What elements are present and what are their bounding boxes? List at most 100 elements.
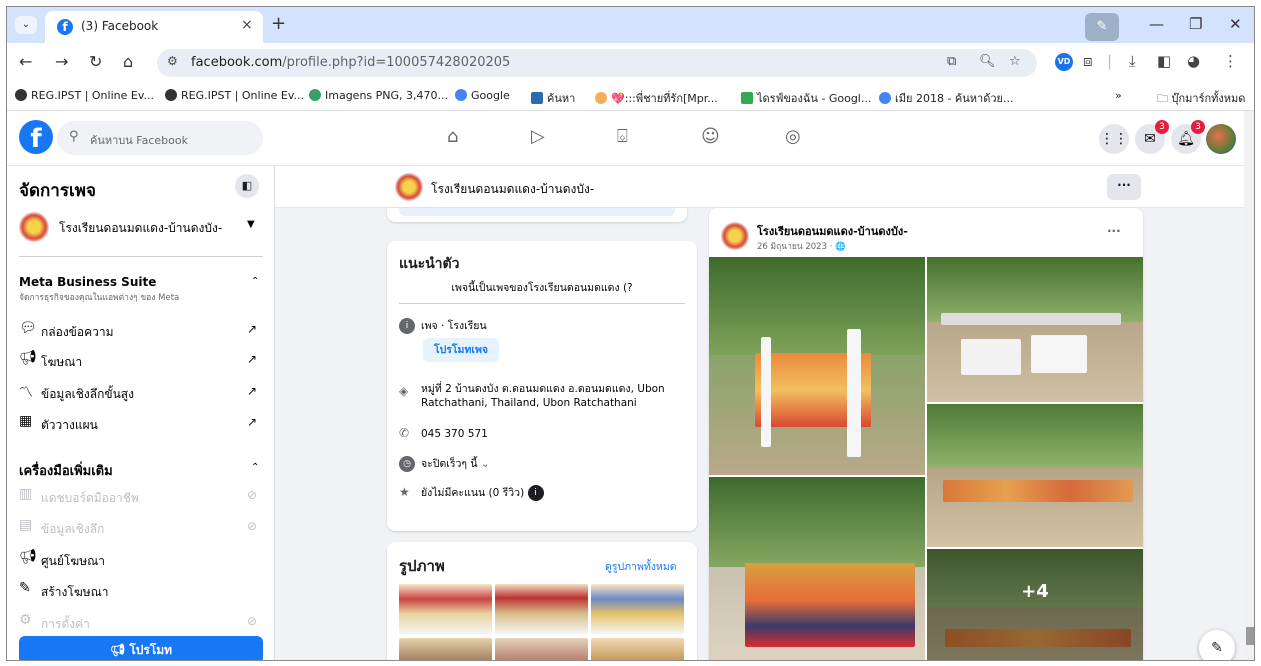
post-photo-1[interactable] <box>709 257 925 475</box>
post-photo-5[interactable]: +4 <box>927 549 1143 660</box>
photo-trees <box>927 404 1143 469</box>
side-panel-icon[interactable]: ◧ <box>1157 52 1171 70</box>
bookmark-label: REG.IPST | Online Ev... <box>31 89 154 102</box>
post-more-button[interactable]: ··· <box>1107 224 1121 238</box>
extensions-icon[interactable]: ⧈ <box>1083 52 1093 70</box>
menu-icon[interactable]: ⋮ <box>1223 52 1238 70</box>
star-icon[interactable]: ☆ <box>1009 54 1021 69</box>
photo-thumbnail[interactable] <box>495 638 588 660</box>
back-icon[interactable]: ← <box>19 52 32 71</box>
meta-business-suite-heading[interactable]: Meta Business Suite <box>19 275 156 289</box>
profile-extension-icon[interactable]: ✎ <box>1085 13 1119 41</box>
promote-button[interactable]: 📢︎ โปรโมท <box>19 636 263 660</box>
page-name[interactable]: โรงเรียนดอนมดแดง-บ้านดงบัง- <box>431 180 594 199</box>
photo-thumbnail[interactable] <box>399 638 492 660</box>
bookmark-label: ไดรฟ์ของฉัน - Googl... <box>757 92 872 105</box>
chevron-up-icon[interactable]: ⌃ <box>251 276 259 287</box>
sidebar-item-insights-basic[interactable]: ▤ ข้อมูลเชิงลึก ⊘ <box>19 515 263 541</box>
sidebar-item-insights[interactable]: 〽 ข้อมูลเชิงลึกขั้นสูง ↗ <box>19 380 263 406</box>
bookmark-1[interactable]: REG.IPST | Online Ev... <box>165 89 304 102</box>
phone-icon: ✆ <box>399 426 410 440</box>
bookmark-icon <box>595 92 607 104</box>
browser-tab[interactable]: f (3) Facebook × <box>45 11 263 43</box>
reload-icon[interactable]: ↻ <box>89 52 102 71</box>
page-switcher[interactable]: โรงเรียนดอนมดแดง-บ้านดงบัง- <box>59 219 222 238</box>
page-scrollbar[interactable] <box>1244 111 1254 660</box>
site-info-icon[interactable]: ⚙ <box>167 54 178 68</box>
facebook-search-input[interactable]: ⚲ ค้นหาบน Facebook <box>57 121 263 155</box>
account-avatar[interactable] <box>1206 124 1236 154</box>
bookmark-2[interactable]: Imagens PNG, 3,470... <box>309 89 448 102</box>
url-domain: facebook.com <box>191 55 283 70</box>
forward-icon[interactable]: → <box>55 52 68 71</box>
sidebar-item-inbox[interactable]: 💬︎ กล่องข้อความ ↗ <box>19 318 263 344</box>
photo-thumbnail[interactable] <box>591 638 684 660</box>
bookmark-0[interactable]: REG.IPST | Online Ev... <box>15 89 154 102</box>
bookmark-icon <box>309 89 321 101</box>
tab-search-button[interactable]: ⌄ <box>15 16 37 34</box>
zoom-icon[interactable]: 🔍︎ <box>979 54 996 69</box>
see-all-photos-link[interactable]: ดูรูปภาพทั้งหมด <box>605 558 677 575</box>
sidebar-item-professional-dashboard[interactable]: ▥ แดชบอร์ดมืออาชีพ ⊘ <box>19 484 263 510</box>
post-author[interactable]: โรงเรียนดอนมดแดง-บ้านดงบัง- <box>757 222 908 240</box>
bookmark-7[interactable]: เมีย 2018 - ค้นหาด้วย... <box>879 89 1013 107</box>
page-avatar[interactable] <box>19 212 49 242</box>
home-nav-icon[interactable]: ⌂ <box>447 126 458 147</box>
bookmark-5[interactable]: 💖:::พี่ชายที่รัก[Mpr... <box>595 89 718 107</box>
post-photo-3[interactable] <box>927 404 1143 547</box>
new-tab-button[interactable]: + <box>271 13 286 34</box>
address-bar[interactable]: ⚙ facebook.com/profile.php?id=1000574280… <box>157 49 1037 77</box>
vd-extension-icon[interactable]: VD <box>1055 53 1073 71</box>
video-nav-icon[interactable]: ▷ <box>531 126 545 147</box>
profile-icon[interactable]: ◕ <box>1187 52 1200 70</box>
info-icon[interactable]: i <box>527 485 544 501</box>
post-author-avatar[interactable] <box>721 222 749 250</box>
collapse-sidebar-icon[interactable]: ◧ <box>235 174 259 198</box>
bookmark-6[interactable]: ไดรฟ์ของฉัน - Googl... <box>741 89 871 107</box>
external-arrow-icon: ↗ <box>247 352 258 366</box>
marketplace-nav-icon[interactable]: ⌺ <box>617 126 628 147</box>
sidebar-item-label: การตั้งค่า <box>41 617 90 631</box>
home-icon[interactable]: ⌂ <box>123 52 133 71</box>
post-date[interactable]: 26 มิถุนายน 2023 · 🌐 <box>757 239 846 253</box>
post-photo-2[interactable] <box>927 257 1143 402</box>
more-tools-heading[interactable]: เครื่องมือเพิ่มเติม <box>19 460 113 481</box>
groups-nav-icon[interactable]: ☺ <box>701 126 720 147</box>
bookmark-4[interactable]: ค้นหา <box>531 89 575 107</box>
scrollbar-thumb[interactable] <box>1246 627 1254 645</box>
restore-icon[interactable]: ❐ <box>1189 15 1202 33</box>
photo-thumbnail[interactable] <box>495 584 588 634</box>
minimize-icon[interactable]: — <box>1149 15 1164 33</box>
sidebar-item-ads[interactable]: 📢︎ โฆษณา ↗ <box>19 348 263 374</box>
gaming-nav-icon[interactable]: ◎ <box>785 126 801 147</box>
bookmarks-more-button[interactable]: » <box>1115 89 1122 102</box>
sidebar-item-planner[interactable]: ▦ ตัววางแผน ↗ <box>19 411 263 437</box>
download-icon[interactable]: ⤓ <box>1129 52 1136 70</box>
post-photo-4[interactable] <box>709 477 925 660</box>
hours-row[interactable]: ◷ จะปิดเร็วๆ นี้ ⌄ <box>399 455 490 472</box>
close-window-icon[interactable]: ✕ <box>1229 15 1242 33</box>
photo-thumbnail[interactable] <box>399 584 492 634</box>
chevron-up-icon[interactable]: ⌃ <box>251 462 259 473</box>
more-photos-overlay[interactable]: +4 <box>927 549 1143 660</box>
promote-page-button[interactable]: โปรโมทเพจ <box>423 338 499 362</box>
page-avatar[interactable] <box>395 173 423 201</box>
search-icon: ⚲ <box>69 129 79 144</box>
sidebar-item-create-ad[interactable]: ✎ สร้างโฆษณา <box>19 578 263 604</box>
tab-close-button[interactable]: × <box>241 17 253 33</box>
sidebar-item-ad-center[interactable]: 📢︎ ศูนย์โฆษณา <box>19 547 263 573</box>
caret-down-icon[interactable]: ▼ <box>247 219 255 230</box>
bookmark-3[interactable]: Google <box>455 89 510 102</box>
apps-menu-icon[interactable]: ⋮⋮ <box>1099 124 1129 154</box>
compose-message-icon[interactable]: ✎ <box>1199 630 1235 660</box>
tab-bar: ⌄ f (3) Facebook × + ✎ — ❐ ✕ <box>7 7 1254 43</box>
sidebar-item-settings[interactable]: ⚙ การตั้งค่า ⊘ <box>19 610 263 636</box>
facebook-logo-icon[interactable]: f <box>19 120 53 154</box>
install-app-icon[interactable]: ⧉ <box>947 54 956 69</box>
messenger-icon[interactable]: ✉ 3 <box>1135 120 1169 154</box>
page-more-button[interactable]: ··· <box>1107 174 1141 200</box>
all-bookmarks-button[interactable]: 🗀 บุ๊กมาร์กทั้งหมด <box>1157 89 1245 109</box>
photo-thumbnail[interactable] <box>591 584 684 634</box>
notifications-icon[interactable]: 🔔︎ 3 <box>1171 120 1205 154</box>
facebook-favicon-icon: f <box>57 19 73 35</box>
